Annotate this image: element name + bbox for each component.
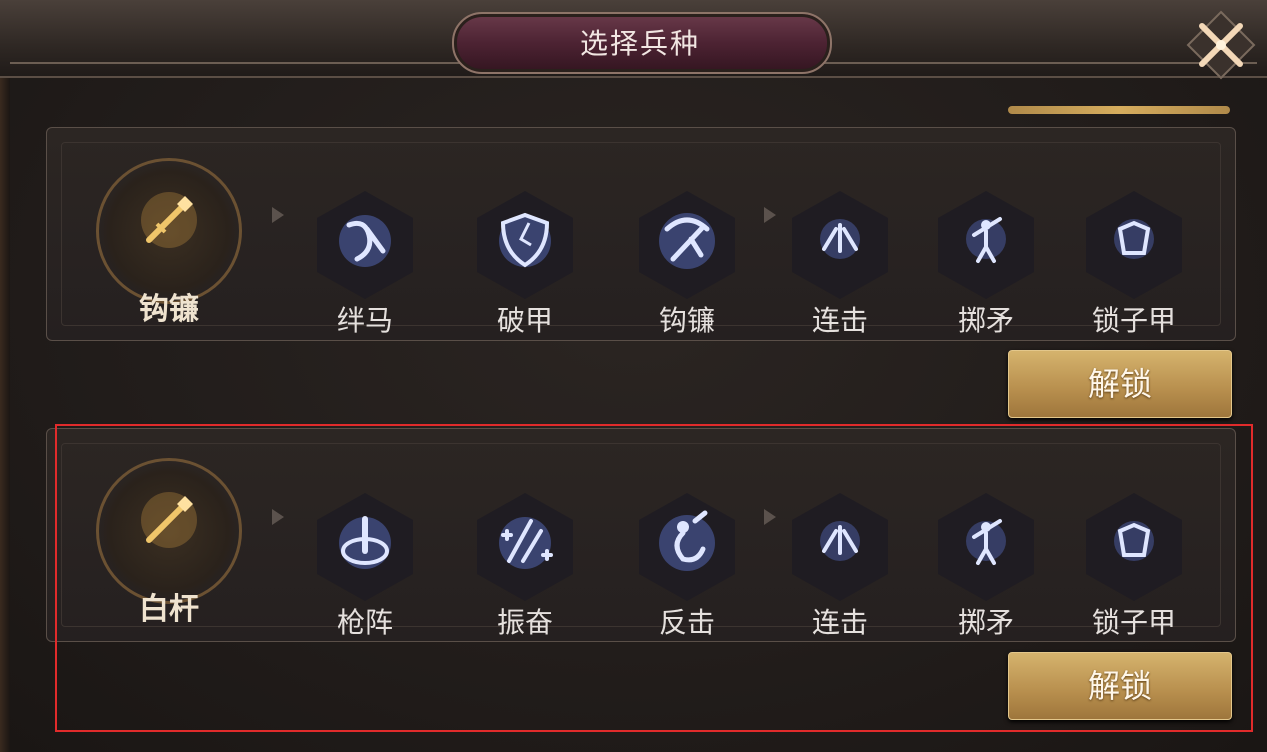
spear-emblem-icon: [141, 192, 197, 248]
skill-slot[interactable]: 绊马: [305, 175, 425, 355]
javelin-thrower-icon: [938, 191, 1034, 299]
skill-slot[interactable]: 锁子甲: [1074, 175, 1194, 355]
skill-label: 掷矛: [957, 304, 1014, 337]
dialog-title: 选择兵种: [579, 27, 700, 60]
close-button[interactable]: [1186, 10, 1256, 80]
hook-sickle-icon: [639, 191, 735, 299]
trip-horse-icon: [317, 191, 413, 299]
skill-slot[interactable]: 掷矛: [926, 175, 1046, 355]
progress-gold-line: [1008, 106, 1230, 114]
frame-left-edge: [0, 0, 10, 752]
combo-strike-icon: [792, 191, 888, 299]
broken-shield-icon: [477, 191, 573, 299]
skill-slot[interactable]: 破甲: [465, 175, 585, 355]
unit-selector[interactable]: 钩镰: [94, 150, 244, 340]
skill-label: 破甲: [496, 304, 553, 337]
skill-label: 锁子甲: [1091, 304, 1176, 337]
chainmail-icon: [1086, 191, 1182, 299]
arrow-icon: [764, 207, 776, 223]
skill-slot[interactable]: 钩镰: [627, 175, 747, 355]
skill-label: 绊马: [336, 304, 393, 337]
unlock-button-label: 解锁: [1087, 365, 1152, 403]
arrow-icon: [272, 207, 284, 223]
unit-label: 钩镰: [139, 292, 199, 327]
selection-highlight: [55, 424, 1253, 732]
skill-slot[interactable]: 连击: [780, 175, 900, 355]
close-x-icon: [1186, 10, 1256, 80]
unlock-button[interactable]: 解锁: [1008, 350, 1232, 418]
skill-label: 连击: [811, 304, 868, 337]
skill-label: 钩镰: [658, 304, 715, 337]
